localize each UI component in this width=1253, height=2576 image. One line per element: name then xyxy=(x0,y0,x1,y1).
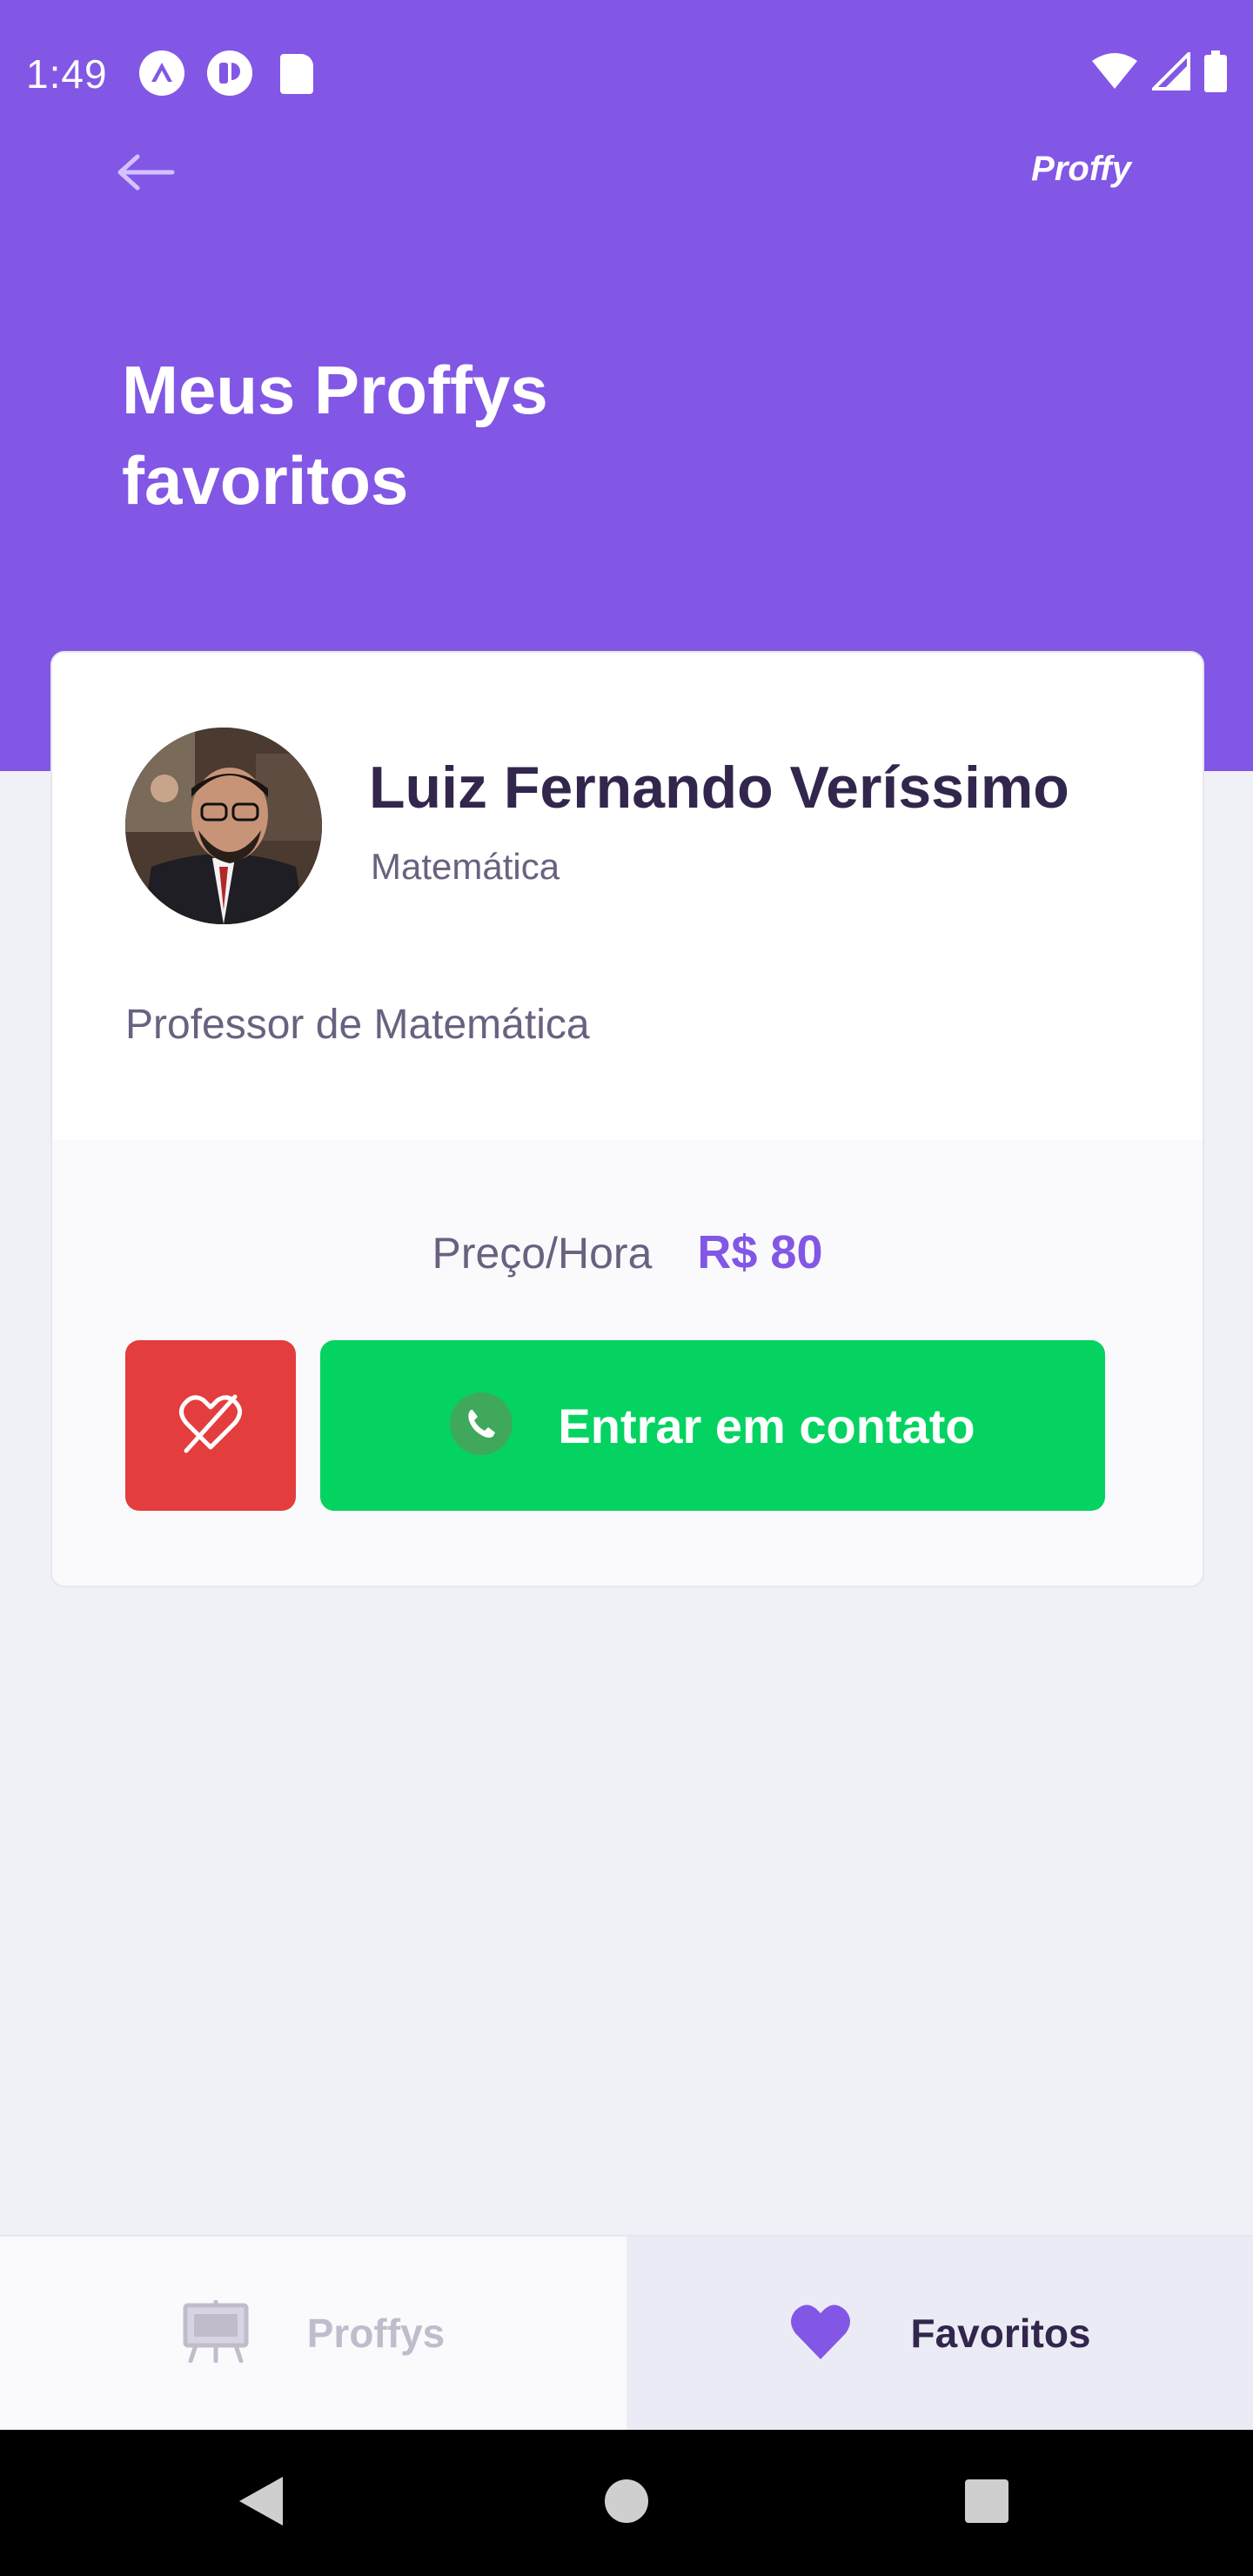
heart-outline-crossed-icon xyxy=(178,1393,244,1459)
tab-proffys-label: Proffys xyxy=(306,2311,446,2356)
heart-icon xyxy=(788,2302,853,2365)
nav-home-button[interactable] xyxy=(592,2468,661,2538)
contact-button[interactable]: Entrar em contato xyxy=(320,1340,1105,1511)
easel-icon xyxy=(182,2299,250,2367)
system-nav-bar xyxy=(0,2430,1253,2576)
contact-label: Entrar em contato xyxy=(558,1398,975,1453)
price-row: Preço/Hora R$ 80 xyxy=(52,1225,1203,1279)
expo-icon xyxy=(139,50,184,96)
proffy-logo: Proffy xyxy=(1031,150,1131,188)
price-value: R$ 80 xyxy=(697,1226,823,1278)
status-bar: 1:49 xyxy=(0,0,1253,148)
whatsapp-icon xyxy=(450,1392,513,1459)
tab-proffys[interactable]: Proffys xyxy=(0,2237,626,2430)
price-label: Preço/Hora xyxy=(432,1229,653,1278)
page-title-line1: Meus Proffys xyxy=(122,352,548,428)
system-icons xyxy=(1091,49,1227,97)
favorites-screen: 1:49 Proffy Meus Proffys favoritos Luiz … xyxy=(0,0,1253,2576)
tab-favoritos[interactable]: Favoritos xyxy=(626,2237,1253,2430)
nav-recents-button[interactable] xyxy=(952,2468,1022,2538)
square-recents-icon xyxy=(964,2479,1009,2528)
circle-home-icon xyxy=(604,2479,649,2528)
teacher-name: Luiz Fernando Veríssimo xyxy=(369,755,1069,821)
page-title: Meus Proffys favoritos xyxy=(122,345,818,526)
teacher-subject: Matemática xyxy=(371,846,560,887)
arrow-left-icon xyxy=(117,153,176,196)
teacher-card: Luiz Fernando Veríssimo Matemática Profe… xyxy=(50,651,1204,1587)
triangle-back-icon xyxy=(238,2475,285,2532)
app-icon xyxy=(207,50,252,96)
teacher-bio: Professor de Matemática xyxy=(125,1002,590,1048)
wifi-icon xyxy=(1091,52,1138,95)
unfavorite-button[interactable] xyxy=(125,1340,296,1511)
teacher-profile: Luiz Fernando Veríssimo Matemática Profe… xyxy=(52,653,1203,1140)
back-button[interactable] xyxy=(111,148,181,200)
top-bar: Proffy xyxy=(0,131,1253,218)
page-title-line2: favoritos xyxy=(122,442,409,519)
nav-back-button[interactable] xyxy=(226,2468,296,2538)
bottom-tab-bar: Proffys Favoritos xyxy=(0,2235,1253,2430)
battery-icon xyxy=(1204,50,1227,97)
tab-favoritos-label: Favoritos xyxy=(910,2311,1091,2356)
cell-signal-icon xyxy=(1149,49,1190,95)
avatar xyxy=(125,728,322,924)
sd-card-icon xyxy=(280,54,313,94)
status-time: 1:49 xyxy=(26,51,108,97)
teacher-card-footer: Preço/Hora R$ 80 Entrar em contato xyxy=(52,1140,1203,1586)
